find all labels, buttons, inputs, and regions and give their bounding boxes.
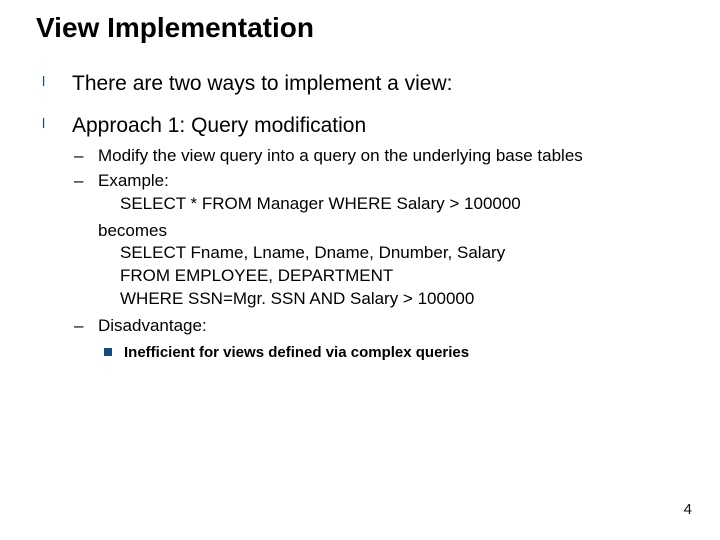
code-line: SELECT Fname, Lname, Dname, Dnumber, Sal… (98, 242, 684, 265)
sub-bullet-text: Example: (98, 171, 169, 190)
sub-bullet-item: becomes SELECT Fname, Lname, Dname, Dnum… (72, 220, 684, 312)
sub-bullet-text: becomes (98, 221, 167, 240)
bullet-text: Approach 1: Query modification (72, 114, 366, 137)
bullet-item: Approach 1: Query modification Modify th… (36, 112, 684, 363)
bullet-list-level2: Modify the view query into a query on th… (72, 145, 684, 216)
bullet-list-level2: Disadvantage: Inefficient for views defi… (72, 315, 684, 363)
code-line: SELECT * FROM Manager WHERE Salary > 100… (98, 193, 684, 216)
bullet-list-level2-continued: becomes SELECT Fname, Lname, Dname, Dnum… (72, 220, 684, 312)
page-number: 4 (684, 501, 692, 518)
bullet-item: There are two ways to implement a view: (36, 70, 684, 98)
sub-bullet-item: Modify the view query into a query on th… (72, 145, 684, 168)
bullet-text: There are two ways to implement a view: (72, 72, 452, 95)
slide-container: View Implementation There are two ways t… (0, 0, 720, 540)
code-line: WHERE SSN=Mgr. SSN AND Salary > 100000 (98, 288, 684, 311)
sub-bullet-item: Example: SELECT * FROM Manager WHERE Sal… (72, 170, 684, 216)
subsub-bullet-item: Inefficient for views defined via comple… (98, 342, 684, 363)
sub-bullet-item: Disadvantage: Inefficient for views defi… (72, 315, 684, 363)
subsub-bullet-text: Inefficient for views defined via comple… (124, 344, 469, 361)
sub-bullet-text: Modify the view query into a query on th… (98, 146, 583, 165)
bullet-list-level1: There are two ways to implement a view: … (36, 70, 684, 363)
code-line: FROM EMPLOYEE, DEPARTMENT (98, 265, 684, 288)
bullet-list-level3: Inefficient for views defined via comple… (98, 342, 684, 363)
slide-title: View Implementation (36, 12, 684, 44)
sub-bullet-text: Disadvantage: (98, 316, 207, 335)
